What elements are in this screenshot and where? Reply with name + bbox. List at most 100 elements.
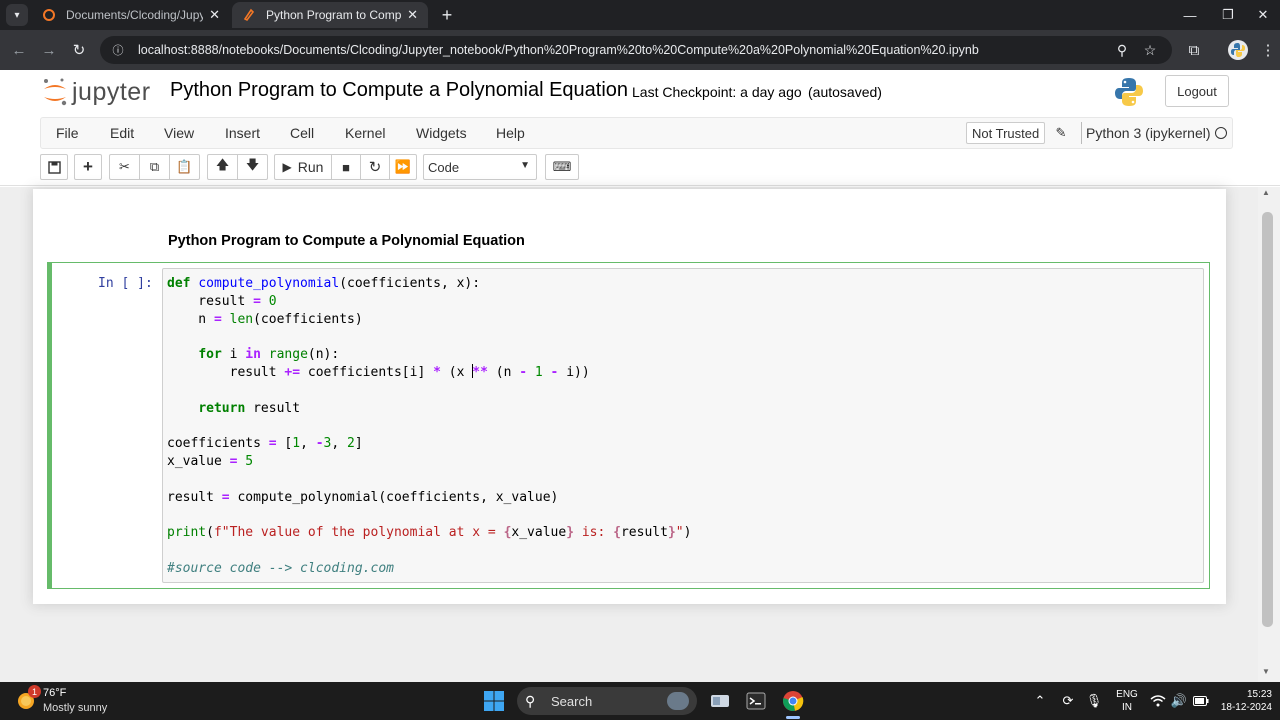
- terminal-app-icon[interactable]: [744, 689, 768, 713]
- menu-widgets[interactable]: Widgets: [416, 118, 467, 148]
- puzzle-icon: ⧉: [1188, 41, 1200, 59]
- weather-description: Mostly sunny: [43, 702, 108, 714]
- forward-button[interactable]: →: [38, 39, 60, 61]
- code-line: for i in range(n):: [198, 347, 340, 363]
- minimize-button[interactable]: —: [1170, 0, 1210, 30]
- restart-run-all-button[interactable]: ⏩: [389, 154, 417, 180]
- menu-insert[interactable]: Insert: [225, 118, 260, 148]
- run-button[interactable]: ▶ Run: [274, 154, 332, 180]
- battery-icon[interactable]: [1192, 692, 1210, 710]
- code-line: result = 0: [167, 293, 277, 309]
- profile-avatar[interactable]: [1228, 40, 1248, 60]
- paste-button[interactable]: 📋: [169, 154, 200, 180]
- keyboard-icon: ⌨: [552, 159, 572, 174]
- chevron-up-icon[interactable]: ⌃: [1031, 692, 1049, 710]
- move-down-button[interactable]: 🡇: [237, 154, 268, 180]
- kernel-separator: [1081, 122, 1082, 144]
- stop-icon: ■: [342, 159, 350, 175]
- minimize-icon: —: [1183, 7, 1197, 23]
- weather-temperature: 76°F: [43, 687, 67, 699]
- insert-cell-button[interactable]: +: [74, 154, 102, 180]
- pencil-icon[interactable]: ✎: [1053, 123, 1069, 143]
- python-logo-icon: [1115, 78, 1143, 106]
- new-tab-button[interactable]: +: [436, 4, 458, 26]
- active-app-indicator: [786, 716, 800, 719]
- chrome-app-icon[interactable]: [781, 689, 805, 713]
- menu-edit[interactable]: Edit: [110, 118, 134, 148]
- code-line: print(f"The value of the polynomial at x…: [167, 525, 692, 541]
- browser-menu-button[interactable]: ⋮: [1257, 39, 1279, 61]
- browser-address-bar: ← → ↻ ⓘ localhost:8888/notebooks/Documen…: [0, 30, 1280, 70]
- microphone-icon[interactable]: 🎙: [1085, 692, 1103, 710]
- fast-forward-icon: ⏩: [394, 159, 412, 174]
- browser-tab-notebook[interactable]: Python Program to Compute a ✕: [232, 2, 428, 28]
- notebook-menubar: File Edit View Insert Cell Kernel Widget…: [40, 117, 1233, 149]
- jupyter-logo[interactable]: jupyter: [42, 76, 151, 108]
- restore-button[interactable]: ❐: [1208, 0, 1248, 30]
- language-indicator[interactable]: ENG IN: [1116, 688, 1138, 714]
- scrollbar-thumb[interactable]: [1262, 212, 1273, 627]
- cut-button[interactable]: ✂: [109, 154, 140, 180]
- code-line: coefficients = [1, -3, 2]: [167, 436, 363, 452]
- extensions-button[interactable]: ⧉: [1183, 39, 1205, 61]
- arrow-up-icon: 🡅: [215, 157, 230, 172]
- chevron-down-icon: ▼: [520, 160, 530, 171]
- back-button[interactable]: ←: [8, 39, 30, 61]
- jupyter-logo-text: jupyter: [72, 77, 151, 106]
- star-icon[interactable]: ☆: [1140, 40, 1160, 60]
- language-code: ENG: [1116, 689, 1138, 700]
- sync-icon[interactable]: ⟳: [1059, 692, 1077, 710]
- language-region: IN: [1122, 702, 1132, 713]
- restore-icon: ❐: [1222, 7, 1234, 22]
- code-content[interactable]: def compute_polynomial(coefficients, x):…: [167, 275, 691, 578]
- save-button[interactable]: [40, 154, 68, 180]
- windows-start-icon[interactable]: [483, 690, 505, 712]
- close-icon: ✕: [1257, 7, 1269, 22]
- notebook-title[interactable]: Python Program to Compute a Polynomial E…: [170, 79, 628, 102]
- code-line: #source code --> clcoding.com: [167, 560, 394, 576]
- wifi-icon[interactable]: [1149, 692, 1167, 710]
- command-palette-button[interactable]: ⌨: [545, 154, 579, 180]
- interrupt-button[interactable]: ■: [331, 154, 361, 180]
- menu-view[interactable]: View: [164, 118, 194, 148]
- reload-button[interactable]: ↻: [68, 39, 90, 61]
- restart-button[interactable]: ↻: [360, 154, 390, 180]
- zoom-icon[interactable]: ⚲: [1112, 40, 1132, 60]
- save-icon: [47, 160, 61, 174]
- logout-button[interactable]: Logout: [1165, 75, 1229, 107]
- volume-icon[interactable]: 🔊: [1170, 692, 1188, 710]
- markdown-cell-heading[interactable]: Python Program to Compute a Polynomial E…: [168, 233, 525, 249]
- system-clock[interactable]: 15:23 18-12-2024: [1218, 688, 1272, 714]
- kernel-name: Python 3 (ipykernel): [1086, 125, 1211, 141]
- scissors-icon: ✂: [119, 159, 130, 174]
- tab-title: Python Program to Compute a: [266, 8, 402, 22]
- menu-help[interactable]: Help: [496, 118, 525, 148]
- more-vertical-icon: ⋮: [1260, 42, 1276, 59]
- taskbar-search[interactable]: ⚲ Search: [517, 687, 697, 715]
- move-up-button[interactable]: 🡅: [207, 154, 238, 180]
- copy-button[interactable]: ⧉: [139, 154, 170, 180]
- cell-type-select[interactable]: Code ▼: [423, 154, 537, 180]
- search-highlight-icon: [667, 692, 689, 710]
- browser-tab-documents[interactable]: Documents/Clcoding/Jupyter_n ✕: [32, 2, 230, 28]
- notification-badge: 1: [28, 685, 41, 698]
- close-icon[interactable]: ✕: [209, 7, 220, 23]
- notebook-favicon-icon: [243, 8, 255, 22]
- scroll-up-arrow-icon[interactable]: ▲: [1262, 188, 1270, 197]
- clock-time: 15:23: [1246, 689, 1272, 700]
- cell-input-prompt: In [ ]:: [98, 276, 153, 291]
- menu-file[interactable]: File: [56, 118, 79, 148]
- tab-search-button[interactable]: ▾: [6, 4, 28, 26]
- trust-button[interactable]: Not Trusted: [966, 122, 1046, 144]
- menu-cell[interactable]: Cell: [290, 118, 314, 148]
- close-icon[interactable]: ✕: [407, 7, 418, 23]
- scroll-down-arrow-icon[interactable]: ▼: [1262, 667, 1270, 676]
- site-info-icon[interactable]: ⓘ: [110, 42, 126, 58]
- task-view-icon[interactable]: [708, 689, 732, 713]
- url-bar[interactable]: ⓘ localhost:8888/notebooks/Documents/Clc…: [100, 36, 1172, 64]
- window-close-button[interactable]: ✕: [1243, 0, 1280, 30]
- code-line: x_value = 5: [167, 453, 254, 469]
- menu-kernel[interactable]: Kernel: [345, 118, 385, 148]
